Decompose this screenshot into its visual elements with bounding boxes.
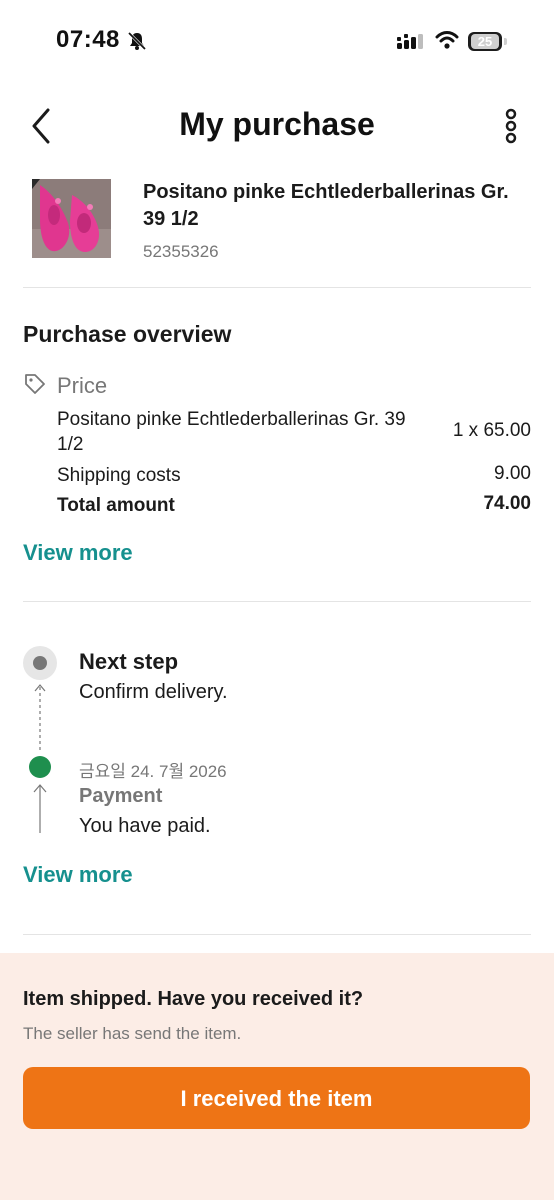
more-options-button[interactable]	[496, 108, 526, 144]
price-tag-icon	[23, 372, 47, 401]
view-more-link-timeline[interactable]: View more	[23, 862, 133, 888]
order-timeline: Next step Confirm delivery. 금요일 24. 7월 2…	[22, 645, 532, 845]
shipping-label: Shipping costs	[57, 465, 181, 486]
divider	[23, 287, 531, 288]
footer-subtitle: The seller has send the item.	[23, 1024, 242, 1043]
line-item-total: Total amount 74.00	[57, 493, 531, 519]
product-thumbnail	[32, 179, 111, 258]
battery-cap	[504, 38, 507, 45]
product-summary[interactable]: Positano pinke Echtlederballerinas Gr. 3…	[32, 179, 530, 269]
line-item-shipping: Shipping costs 9.00	[57, 463, 531, 489]
total-value: 74.00	[483, 493, 531, 514]
battery-icon: 25	[468, 32, 502, 51]
divider	[23, 601, 531, 602]
divider	[23, 934, 531, 935]
received-item-button[interactable]: I received the item	[23, 1067, 530, 1129]
next-step-title: Next step	[79, 649, 179, 674]
payment-title: Payment	[79, 785, 163, 807]
status-time: 07:48	[56, 26, 120, 53]
timeline-graphic	[23, 646, 57, 833]
page-title: My purchase	[179, 106, 375, 142]
product-title: Positano pinke Echtlederballerinas Gr. 3…	[143, 181, 509, 230]
view-more-link-overview[interactable]: View more	[23, 540, 133, 566]
price-header: Price	[23, 372, 531, 402]
payment-date: 금요일 24. 7월 2026	[79, 762, 227, 781]
line-item-value: 1 x 65.00	[452, 420, 531, 441]
payment-text: You have paid.	[79, 815, 211, 837]
total-label: Total amount	[57, 495, 175, 516]
footer-title: Item shipped. Have you received it?	[23, 988, 364, 1010]
product-id: 52355326	[143, 242, 219, 261]
bell-muted-icon	[127, 31, 147, 56]
line-item-product: Positano pinke Echtlederballerinas Gr. 3…	[57, 407, 531, 457]
battery-level: 25	[471, 34, 499, 49]
price-label: Price	[57, 373, 108, 398]
shipping-value: 9.00	[494, 463, 531, 484]
completed-step-dot-icon	[29, 756, 51, 778]
wifi-icon	[435, 30, 459, 55]
next-step-text: Confirm delivery.	[79, 681, 228, 703]
purchase-overview-title: Purchase overview	[23, 321, 232, 347]
delivery-confirmation-panel: Item shipped. Have you received it? The …	[0, 953, 554, 1200]
status-bar: 07:48 25	[0, 0, 554, 84]
line-item-label: Positano pinke Echtlederballerinas Gr. 3…	[57, 409, 406, 455]
signal-icon	[396, 33, 424, 56]
app-header: My purchase	[0, 96, 554, 156]
more-vertical-icon	[505, 108, 517, 144]
